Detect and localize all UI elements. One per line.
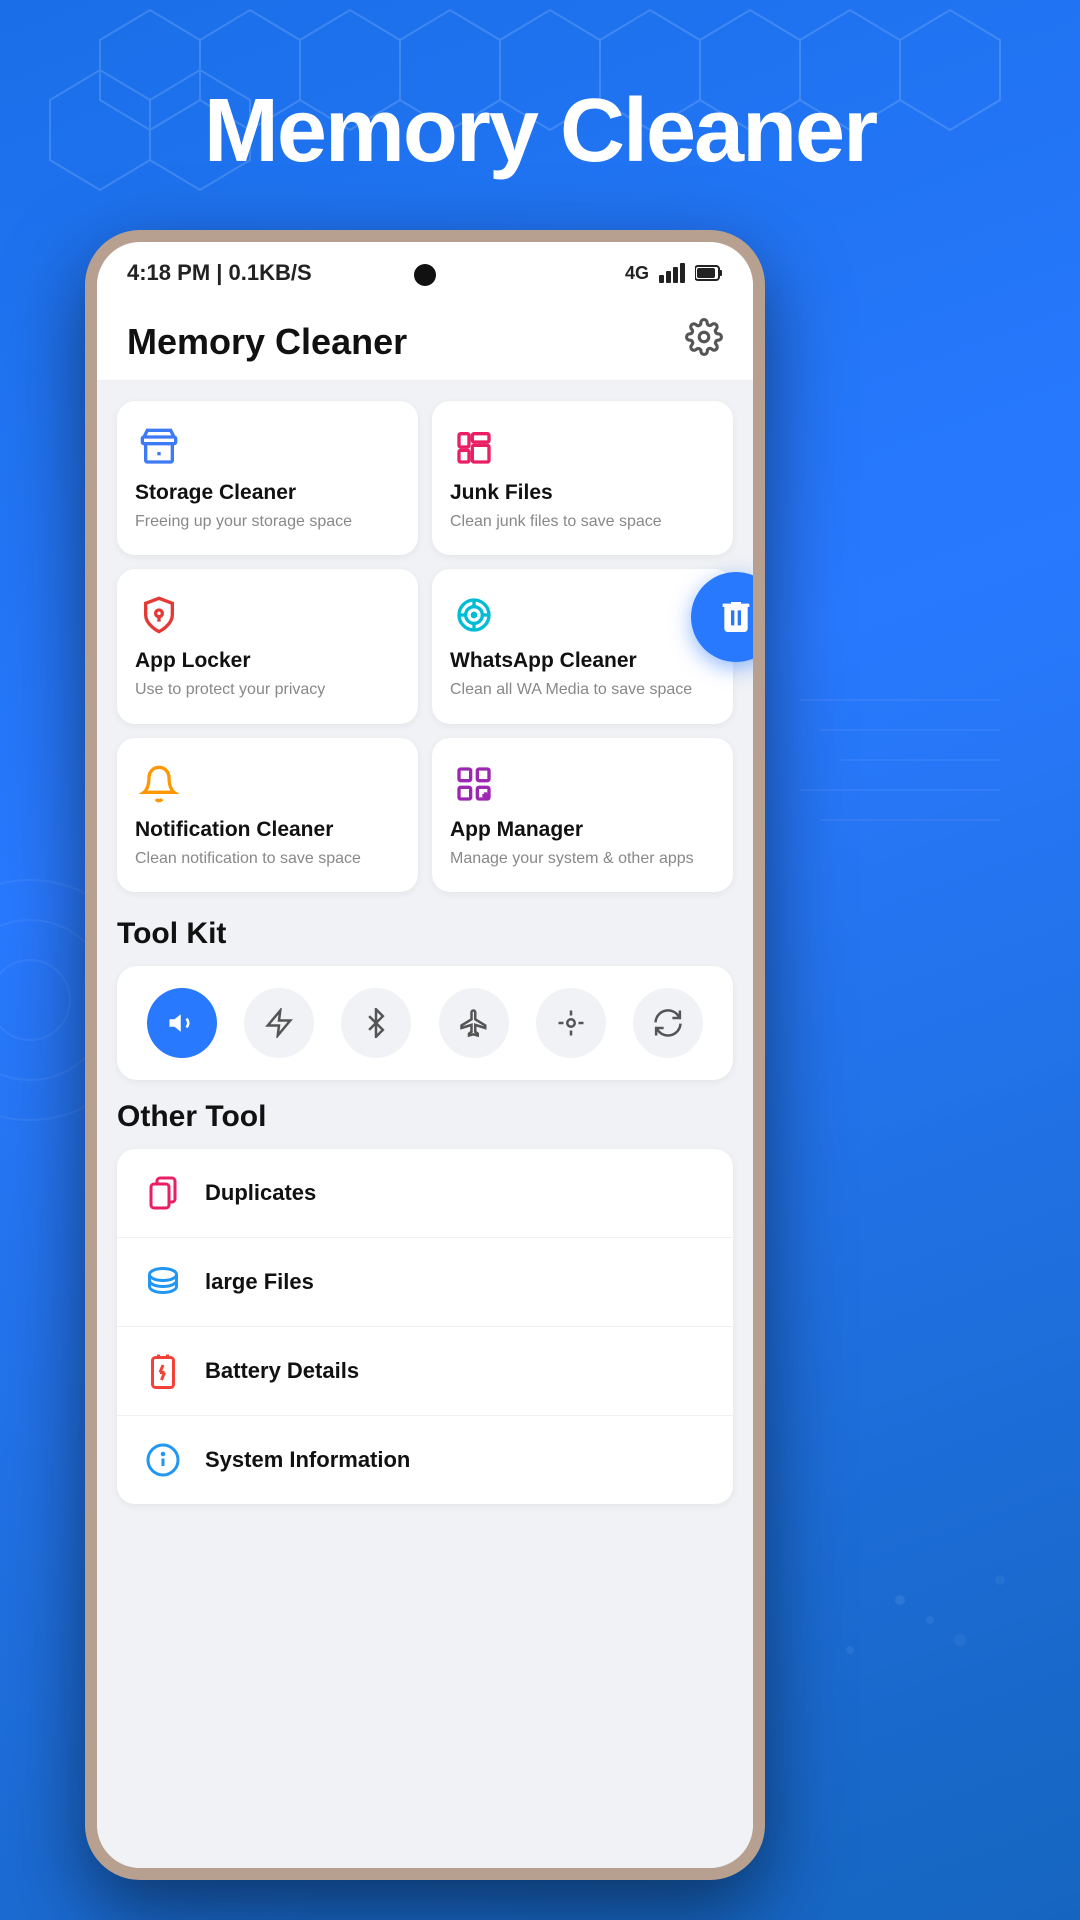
signal-bars (659, 263, 685, 283)
storage-icon (135, 423, 183, 471)
feature-card-whatsapp-cleaner[interactable]: WhatsApp Cleaner Clean all WA Media to s… (432, 569, 733, 723)
largefiles-icon (141, 1260, 185, 1304)
toolkit-volume-button[interactable] (147, 988, 217, 1058)
status-icons: 4G (625, 263, 723, 284)
camera-dot (414, 264, 436, 286)
sysinfo-icon (141, 1438, 185, 1482)
feature-name-whatsapp: WhatsApp Cleaner (450, 649, 715, 673)
toolkit-flashlight-button[interactable] (244, 988, 314, 1058)
feature-desc-appmanager: Manage your system & other apps (450, 848, 715, 870)
feature-name-junk: Junk Files (450, 481, 715, 505)
tool-list-item-battery-details[interactable]: Battery Details (117, 1327, 733, 1416)
feature-desc-whatsapp: Clean all WA Media to save space (450, 679, 715, 701)
feature-name-appmanager: App Manager (450, 818, 715, 842)
page-title: Memory Cleaner (0, 80, 1080, 183)
network-icon: 4G (625, 263, 649, 284)
sysinfo-label: System Information (205, 1447, 410, 1473)
feature-card-app-locker[interactable]: App Locker Use to protect your privacy (117, 569, 418, 723)
tool-list-item-system-information[interactable]: System Information (117, 1416, 733, 1504)
tool-list-item-large-files[interactable]: large Files (117, 1238, 733, 1327)
largefiles-label: large Files (205, 1269, 314, 1295)
feature-desc-notification: Clean notification to save space (135, 848, 400, 870)
feature-desc-locker: Use to protect your privacy (135, 679, 400, 701)
battery-icon (695, 264, 723, 282)
toolkit-row (117, 966, 733, 1080)
toolkit-rotate-button[interactable] (633, 988, 703, 1058)
locker-icon (135, 591, 183, 639)
tool-list-item-duplicates[interactable]: Duplicates (117, 1149, 733, 1238)
whatsapp-icon (450, 591, 498, 639)
status-time: 4:18 PM | 0.1KB/S (127, 260, 312, 286)
feature-desc-junk: Clean junk files to save space (450, 511, 715, 533)
feature-name-storage: Storage Cleaner (135, 481, 400, 505)
toolkit-section-title: Tool Kit (117, 917, 733, 951)
appmanager-icon (450, 760, 498, 808)
othertool-section-title: Other Tool (117, 1100, 733, 1134)
other-tool-list: Duplicates large Files (117, 1149, 733, 1504)
junk-icon (450, 423, 498, 471)
battery-details-label: Battery Details (205, 1358, 359, 1384)
feature-card-storage-cleaner[interactable]: Storage Cleaner Freeing up your storage … (117, 401, 418, 555)
duplicates-label: Duplicates (205, 1180, 316, 1206)
feature-grid: Storage Cleaner Freeing up your storage … (117, 401, 733, 892)
status-bar: 4:18 PM | 0.1KB/S 4G (97, 242, 753, 298)
duplicates-icon (141, 1171, 185, 1215)
phone-frame: 4:18 PM | 0.1KB/S 4G Memory Cleaner (85, 230, 765, 1880)
toolkit-bluetooth-button[interactable] (341, 988, 411, 1058)
feature-card-app-manager[interactable]: App Manager Manage your system & other a… (432, 738, 733, 892)
feature-name-notification: Notification Cleaner (135, 818, 400, 842)
feature-card-notification-cleaner[interactable]: Notification Cleaner Clean notification … (117, 738, 418, 892)
phone-screen: 4:18 PM | 0.1KB/S 4G Memory Cleaner (97, 242, 753, 1868)
app-header-title: Memory Cleaner (127, 321, 407, 363)
scroll-content[interactable]: Storage Cleaner Freeing up your storage … (97, 381, 753, 1868)
toolkit-location-button[interactable] (536, 988, 606, 1058)
toolkit-airplane-button[interactable] (439, 988, 509, 1058)
gear-icon[interactable] (685, 318, 723, 365)
notification-icon (135, 760, 183, 808)
battery-details-icon (141, 1349, 185, 1393)
feature-card-junk-files[interactable]: Junk Files Clean junk files to save spac… (432, 401, 733, 555)
feature-name-locker: App Locker (135, 649, 400, 673)
feature-desc-storage: Freeing up your storage space (135, 511, 400, 533)
app-header: Memory Cleaner (97, 298, 753, 381)
